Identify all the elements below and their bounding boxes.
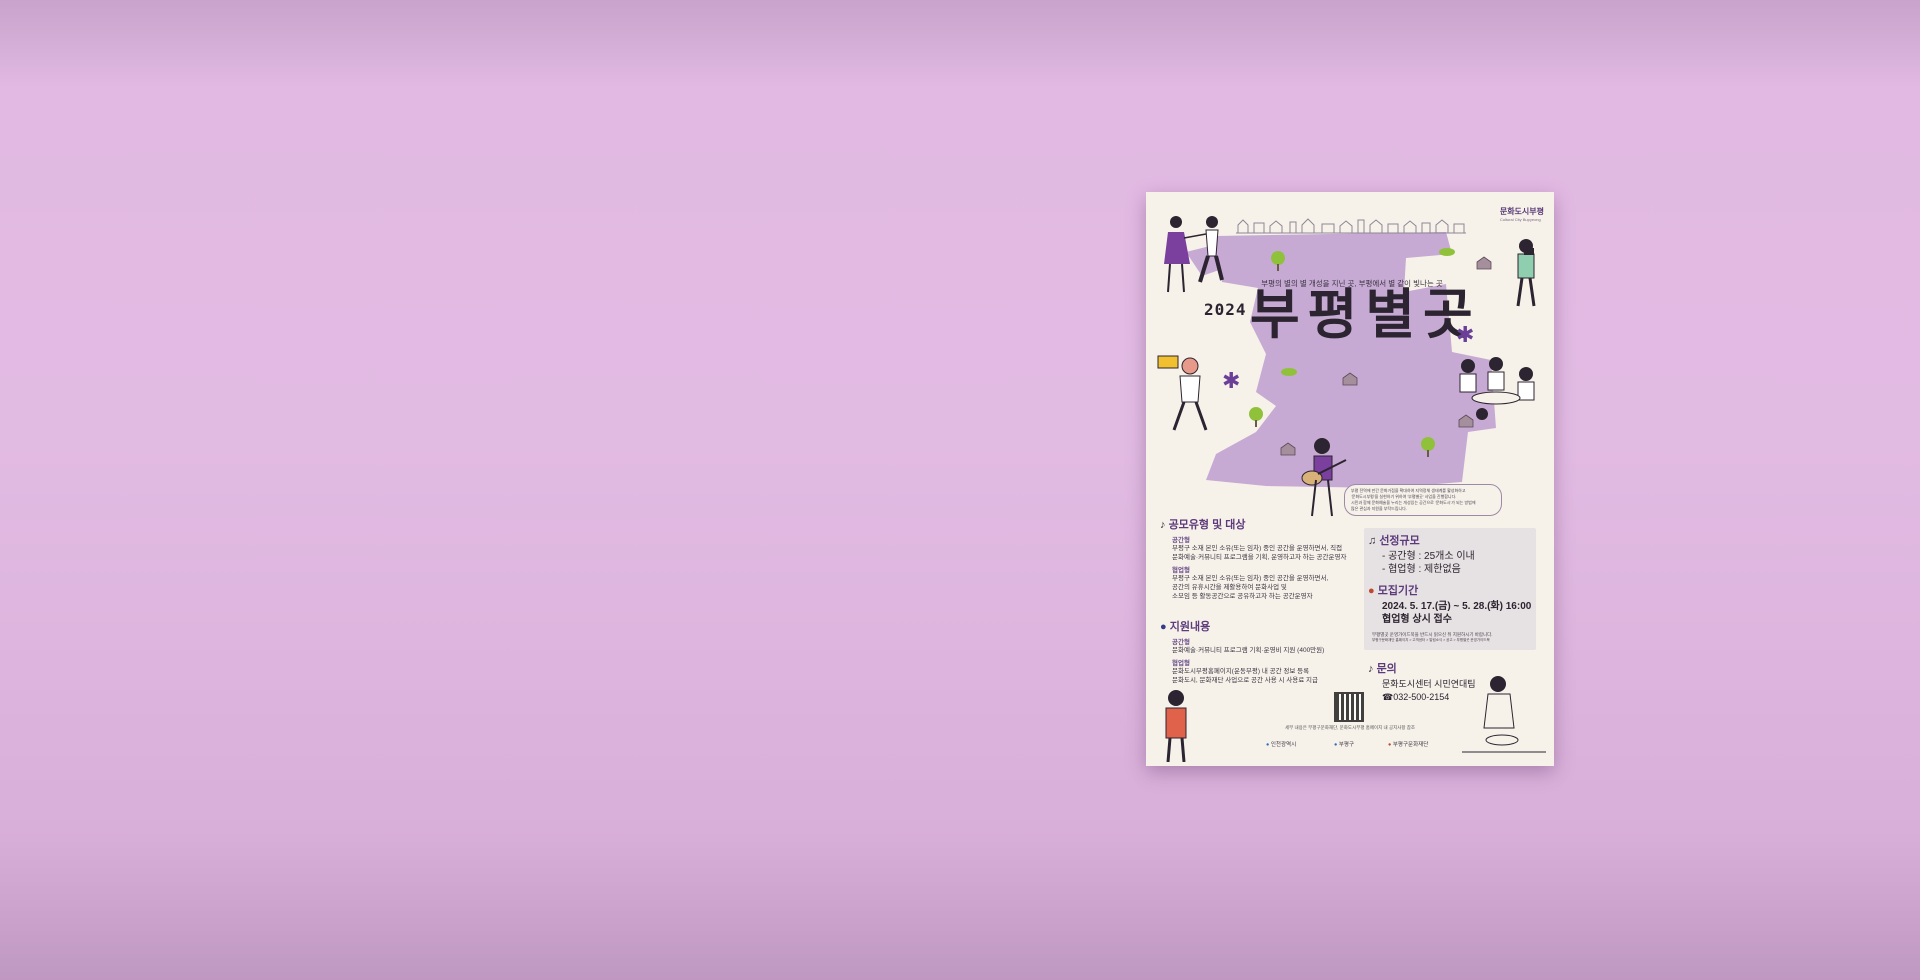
period-coop: 협업형 상시 접수 [1382, 614, 1452, 625]
treble-clef-icon: ♫ [1368, 535, 1377, 547]
tree-icon [1249, 407, 1263, 427]
recruit-type-section: ♪ 공모유형 및 대상 공간형 부평구 소재 본인 소유(또는 임차) 중인 공… [1160, 516, 1346, 601]
footer-note: 세부 내용은 부평구문화재단, 문화도시부평 홈페이지 내 공지사항 참조 [1284, 725, 1416, 730]
brand-logo: 문화도시부평 Cultural City Bupyeong [1499, 207, 1544, 222]
text-line: 소모임 등 활동공간으로 공유하고자 하는 공간운영자 [1172, 593, 1313, 600]
text-line: - 공간형 : 25개소 이내 [1382, 551, 1475, 562]
logo-bupyeong: ● 부평구 [1334, 742, 1355, 748]
contact-phone: ☎032-500-2154 [1382, 692, 1450, 702]
house-icon [1342, 372, 1358, 386]
selection-section: ♫ 선정규모 - 공간형 : 25개소 이내 - 협업형 : 제한없음 [1368, 532, 1475, 576]
intro-line: 많은 관심과 지원을 부탁드립니다. [1351, 506, 1407, 511]
bush-icon [1281, 368, 1297, 376]
music-note-icon: ♪ [1160, 519, 1166, 531]
text-line: 부평구 소재 본인 소유(또는 임차) 중인 공간을 운영하면서, 직접 [1172, 545, 1343, 552]
section-title: ● 지원내용 [1160, 621, 1211, 633]
singer-illustration [1165, 690, 1187, 762]
text-line: 부평구 소재 본인 소유(또는 임차) 중인 공간을 운영하면서, [1172, 575, 1329, 582]
qr-code [1334, 692, 1364, 722]
skyline-houses [1236, 218, 1466, 234]
text-line: - 협업형 : 제한없음 [1382, 564, 1461, 575]
period-note: 부평구문화재단 홈페이지 > 고객센터 > 알림소식 > 공고 > 부평별곳 운… [1372, 638, 1490, 642]
globe-icon: ● [1160, 621, 1167, 633]
section-title: ♪ 공모유형 및 대상 [1160, 519, 1246, 531]
event-poster: 문화도시부평 Cultural City Bupyeong 부평의 별의 별 개… [1146, 192, 1554, 766]
support-section: ● 지원내용 공간형 문화예술·커뮤니티 프로그램 기획·운영비 지원 (400… [1160, 618, 1324, 685]
section-title: ● 모집기간 [1368, 585, 1419, 597]
tree-icon [1421, 437, 1435, 457]
cameraman-illustration [1157, 355, 1208, 431]
tree-icon [1271, 251, 1285, 271]
space-type-badge: 공간형 [1172, 537, 1190, 544]
guitarist-illustration [1301, 438, 1347, 517]
house-icon [1476, 256, 1492, 270]
coop-type-badge: 협업형 [1172, 660, 1190, 667]
star-icon: ✱ [1456, 322, 1475, 347]
poster-title: 부평별곳 [1250, 285, 1481, 345]
record-icon: ● [1368, 585, 1375, 597]
picnic-group-illustration [1459, 357, 1535, 420]
text-line: 문화도시부평홈페이지(운동부평) 내 공간 정보 등록 [1172, 668, 1310, 675]
text-line: 문화예술·커뮤니티 프로그램 기획·운영비 지원 (400만원) [1172, 647, 1325, 654]
text-line: 문화예술·커뮤니티 프로그램을 기획, 운영하고자 하는 공간운영자 [1172, 554, 1347, 561]
period-date: 2024. 5. 17.(금) ~ 5. 28.(화) 16:00 [1382, 601, 1532, 612]
bush-icon [1439, 248, 1455, 256]
poster-year: 2024 [1204, 300, 1247, 319]
period-section: ● 모집기간 2024. 5. 17.(금) ~ 5. 28.(화) 16:00… [1368, 582, 1531, 643]
contact-section: ♪ 문의 문화도시센터 시민연대팀 ☎032-500-2154 [1368, 660, 1476, 704]
logo-incheon: ● 인천광역시 [1266, 742, 1297, 748]
space-type-badge: 공간형 [1172, 639, 1190, 646]
music-note-icon: ♪ [1368, 663, 1374, 675]
logo-foundation: ● 부평구문화재단 [1388, 742, 1429, 748]
text-line: 공간의 유휴시간을 제활용하여 문화사업 및 [1172, 584, 1287, 591]
section-title: ♫ 선정규모 [1368, 535, 1420, 547]
contact-org: 문화도시센터 시민연대팀 [1382, 679, 1476, 689]
text-line: 문화도시, 문화재단 사업으로 공간 사용 시 사용료 지급 [1172, 677, 1319, 684]
section-title: ♪ 문의 [1368, 663, 1397, 675]
coop-type-badge: 협업형 [1172, 567, 1190, 574]
intro-note: 부평 전역에 만간 문화거점을 확대하여 지역정체 생태계를 활성화하고 '문화… [1344, 484, 1502, 516]
photographer-illustration [1516, 239, 1536, 307]
dancing-couple-illustration [1164, 216, 1224, 293]
